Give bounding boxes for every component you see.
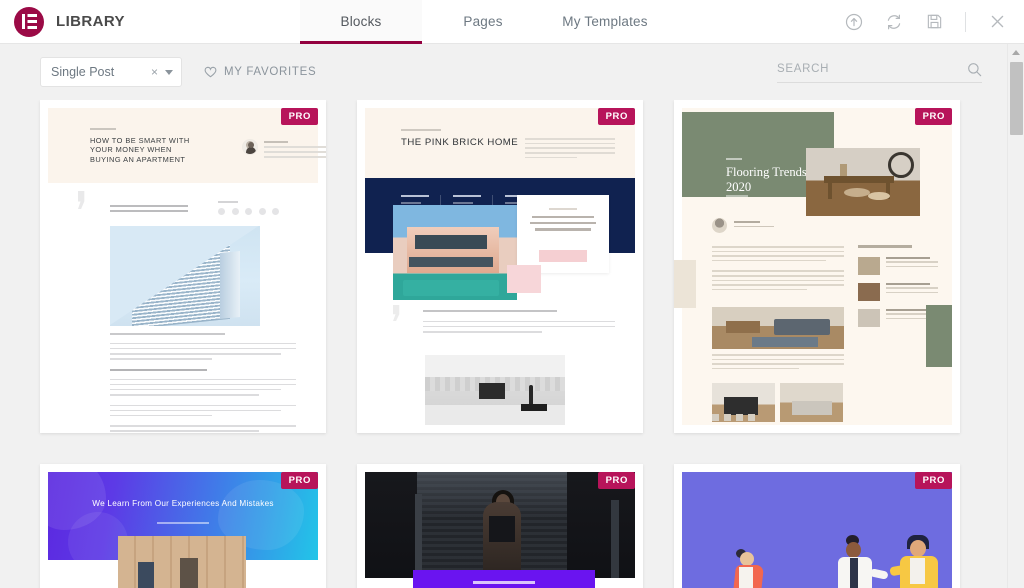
heart-icon [204, 66, 217, 78]
thumb-accent-block-right [926, 305, 952, 367]
vertical-scrollbar[interactable] [1007, 44, 1024, 588]
page-title: LIBRARY [56, 13, 125, 30]
templates-scroll-area[interactable]: PRO HOW TO BE SMART WITH YOUR MONEY WHEN… [0, 100, 1024, 588]
thumb-cta-card [517, 195, 609, 273]
tab-my-templates-label: My Templates [562, 14, 648, 29]
clear-filter-icon[interactable]: × [151, 65, 158, 79]
pro-badge: PRO [914, 108, 952, 125]
avatar [712, 218, 727, 233]
template-thumbnail: Flooring Trends of 2020 [674, 100, 960, 433]
thumb-author [712, 218, 774, 233]
thumb-lead [110, 205, 188, 215]
search-field[interactable] [777, 62, 982, 83]
thumb-accent-block [507, 265, 541, 293]
header-actions [843, 0, 1024, 43]
header-divider [965, 11, 966, 32]
template-card-how-to-be-smart-money[interactable]: PRO HOW TO BE SMART WITH YOUR MONEY WHEN… [40, 100, 326, 433]
scrollbar-thumb[interactable] [1010, 62, 1023, 135]
save-icon[interactable] [923, 11, 945, 33]
templates-grid: PRO HOW TO BE SMART WITH YOUR MONEY WHEN… [40, 100, 982, 588]
thumb-paragraphs-2 [712, 354, 844, 372]
thumb-photo-people [118, 536, 246, 588]
thumb-title: HOW TO BE SMART WITH YOUR MONEY WHEN BUY… [90, 136, 190, 164]
thumb-sidebar-title [858, 245, 912, 248]
thumb-paragraphs [423, 310, 615, 336]
template-card-the-pink-brick-home[interactable]: PRO THE PINK BRICK HOME [357, 100, 643, 433]
template-card-people-illustration-block[interactable]: PRO [674, 464, 960, 588]
chevron-up-icon [1012, 50, 1020, 55]
tab-blocks-label: Blocks [340, 14, 382, 29]
pro-badge: PRO [280, 108, 318, 125]
library-toolbar: Single Post × MY FAVORITES [0, 44, 1024, 100]
chevron-down-icon[interactable] [165, 69, 173, 75]
thumb-intro [525, 138, 615, 161]
thumb-paragraphs [712, 246, 844, 293]
thumb-kicker [726, 158, 742, 160]
thumb-paragraphs [110, 333, 296, 433]
quote-mark-icon [393, 305, 400, 321]
thumb-hero [365, 472, 635, 578]
thumb-photo-building [110, 226, 260, 326]
pro-badge: PRO [914, 472, 952, 489]
category-filter-select[interactable]: Single Post × [40, 57, 182, 87]
brand: LIBRARY [0, 0, 300, 43]
thumb-photo-house [393, 205, 517, 300]
pro-badge: PRO [280, 472, 318, 489]
quote-mark-icon [78, 191, 85, 209]
tab-pages[interactable]: Pages [422, 0, 544, 43]
template-thumbnail: THE PINK BRICK HOME [357, 100, 643, 433]
thumb-photo-room [780, 383, 843, 422]
tab-blocks[interactable]: Blocks [300, 0, 422, 44]
thumb-photo-table [806, 148, 920, 216]
scroll-up-button[interactable] [1008, 44, 1024, 61]
pro-badge: PRO [597, 472, 635, 489]
thumb-cta-bar [413, 570, 595, 588]
illustration-person-2 [830, 535, 889, 588]
template-thumbnail: HOW TO BE SMART WITH YOUR MONEY WHEN BUY… [40, 100, 326, 433]
thumb-accent-block-left [674, 260, 696, 308]
thumb-hero [682, 472, 952, 588]
my-favorites-button[interactable]: MY FAVORITES [204, 66, 316, 78]
thumb-share-row [218, 201, 280, 215]
library-header: LIBRARY Blocks Pages My Templates [0, 0, 1024, 44]
thumb-date [726, 195, 748, 197]
thumb-byline [264, 141, 326, 161]
template-card-flooring-trends-2020[interactable]: PRO Flooring Trends of 2020 [674, 100, 960, 433]
thumb-body [48, 183, 318, 433]
tab-my-templates[interactable]: My Templates [544, 0, 666, 43]
thumb-social-icons [712, 414, 755, 421]
template-card-we-learn-from-our-experiences[interactable]: PRO We Learn From Our Experiences And Mi… [40, 464, 326, 588]
my-favorites-label: MY FAVORITES [224, 66, 317, 78]
category-filter-value: Single Post [51, 65, 115, 79]
template-card-fitness-dark-block[interactable]: PRO [357, 464, 643, 588]
pro-badge: PRO [597, 108, 635, 125]
thumb-title: We Learn From Our Experiences And Mistak… [92, 499, 274, 508]
thumb-title: THE PINK BRICK HOME [401, 137, 519, 148]
illustration-person-1 [726, 549, 780, 588]
close-icon[interactable] [986, 11, 1008, 33]
thumb-photo-kitchen [425, 355, 565, 425]
library-tabs: Blocks Pages My Templates [300, 0, 666, 44]
sync-icon[interactable] [883, 11, 905, 33]
thumb-hero: THE PINK BRICK HOME [365, 108, 635, 178]
thumb-hero: HOW TO BE SMART WITH YOUR MONEY WHEN BUY… [48, 108, 326, 183]
search-input[interactable] [777, 63, 967, 75]
upload-icon[interactable] [843, 11, 865, 33]
elementor-logo-icon [14, 6, 44, 37]
thumb-avatar [242, 139, 258, 155]
tab-pages-label: Pages [463, 14, 503, 29]
thumb-subtitle [157, 522, 209, 524]
thumb-kicker [90, 128, 116, 130]
search-icon[interactable] [967, 62, 982, 77]
illustration-person-3 [889, 535, 952, 588]
thumb-kicker [401, 129, 441, 131]
thumb-photo-living [712, 307, 844, 349]
